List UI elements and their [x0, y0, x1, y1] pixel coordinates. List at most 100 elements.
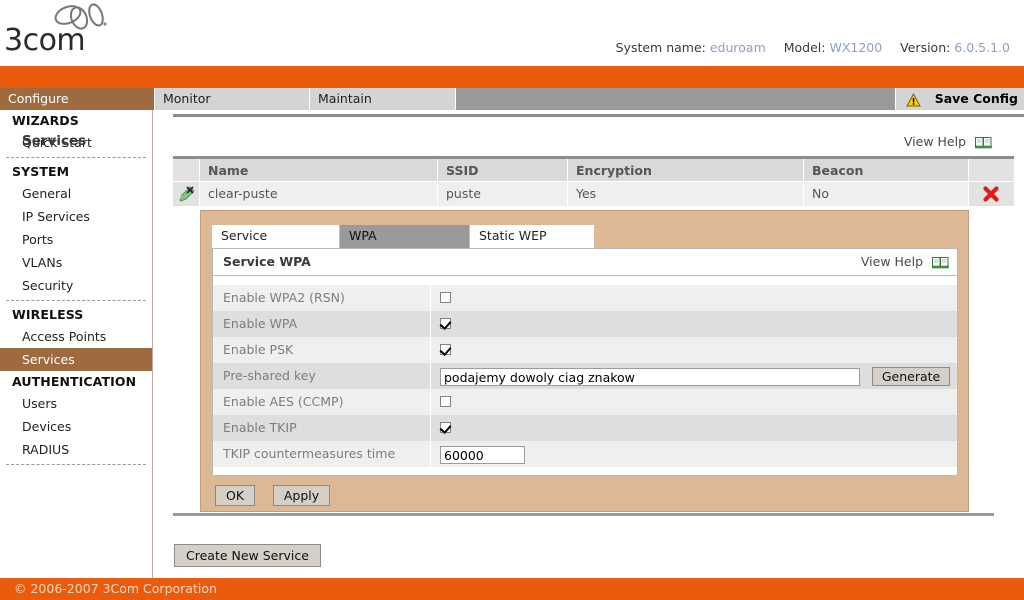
row-edit-cell[interactable] — [173, 182, 200, 206]
open-book-icon — [975, 136, 992, 152]
field-row-enable-psk: Enable PSK — [213, 337, 957, 363]
sidebar-item-devices[interactable]: Devices — [0, 415, 152, 438]
page-title: Services — [22, 133, 87, 149]
nav-tab-configure[interactable]: Configure — [0, 88, 155, 110]
open-book-icon — [932, 256, 949, 272]
detail-action-buttons: OK Apply — [215, 485, 344, 506]
system-name-value: eduroam — [709, 40, 766, 55]
detail-bottom-rule — [173, 513, 994, 516]
copyright-text: © 2006-2007 3Com Corporation — [14, 581, 217, 596]
checkbox-enable-wpa[interactable] — [440, 318, 451, 329]
sidebar-group-authentication: AUTHENTICATION — [12, 374, 137, 389]
label-enable-wpa: Enable WPA — [213, 311, 431, 337]
version-label: Version: — [900, 40, 951, 55]
checkbox-enable-tkip[interactable] — [440, 422, 451, 433]
tab-wpa-label: WPA — [349, 228, 377, 243]
sidebar-divider — [6, 464, 146, 465]
table-col-name: Name — [200, 159, 438, 181]
panel-view-help-link[interactable]: View Help — [861, 254, 949, 272]
sidebar-group-wizards: WIZARDS — [12, 113, 79, 128]
edit-pencil-icon[interactable] — [178, 185, 196, 211]
sidebar-item-ip-services[interactable]: IP Services — [0, 205, 152, 228]
table-row: clear-puste puste Yes No — [173, 182, 1014, 206]
nav-tab-monitor[interactable]: Monitor — [155, 88, 310, 110]
sidebar-divider — [6, 300, 146, 301]
delete-x-icon[interactable] — [982, 185, 1000, 211]
model-label: Model: — [783, 40, 826, 55]
table-col-encryption: Encryption — [568, 159, 804, 181]
table-header-row: Name SSID Encryption Beacon — [173, 159, 1014, 182]
brand-band — [0, 66, 1024, 88]
apply-button[interactable]: Apply — [272, 485, 331, 506]
table-col-icon — [173, 159, 200, 181]
field-row-enable-wpa: Enable WPA — [213, 311, 957, 337]
detail-tabs: Service WPA Static WEP — [212, 225, 958, 248]
tab-wpa[interactable]: WPA — [340, 225, 470, 248]
label-preshared-key: Pre-shared key — [213, 363, 431, 389]
panel-header: Service WPA View Help — [213, 249, 957, 276]
value-enable-tkip — [431, 415, 957, 441]
page-header: 3com System name: eduroam Model: WX1200 … — [0, 0, 1024, 66]
label-tkip-countermeasures-time: TKIP countermeasures time — [213, 441, 431, 467]
field-row-enable-tkip: Enable TKIP — [213, 415, 957, 441]
value-enable-wpa — [431, 311, 957, 337]
brand-logo[interactable]: 3com — [4, 2, 124, 58]
services-table: Name SSID Encryption Beacon clear-puste … — [173, 156, 1014, 206]
nav-tab-maintain[interactable]: Maintain — [310, 88, 456, 110]
nav-spacer — [456, 88, 896, 110]
row-delete-cell[interactable] — [969, 182, 1014, 206]
brand-logo-text: 3com — [4, 23, 86, 58]
nav-tab-configure-label: Configure — [8, 91, 69, 106]
sidebar-item-radius[interactable]: RADIUS — [0, 438, 152, 461]
value-preshared-key: podajemy dowoly ciag znakow Generate — [431, 363, 957, 389]
sidebar-item-access-points[interactable]: Access Points — [0, 325, 152, 348]
field-row-enable-wpa2: Enable WPA2 (RSN) — [213, 285, 957, 311]
sidebar-item-ports[interactable]: Ports — [0, 228, 152, 251]
view-help-link[interactable]: View Help — [904, 134, 992, 152]
panel-view-help-label: View Help — [860, 254, 924, 269]
page-footer: © 2006-2007 3Com Corporation — [0, 578, 1024, 600]
generate-button[interactable]: Generate — [871, 367, 951, 386]
row-name: clear-puste — [200, 182, 438, 206]
checkbox-enable-psk[interactable] — [440, 344, 451, 355]
tab-service[interactable]: Service — [212, 225, 340, 248]
sidebar-item-users[interactable]: Users — [0, 392, 152, 415]
model-value: WX1200 — [829, 40, 883, 55]
checkbox-enable-wpa2[interactable] — [440, 292, 451, 303]
nav-tab-monitor-label: Monitor — [163, 91, 211, 106]
value-tkip-countermeasures-time: 60000 — [431, 441, 957, 467]
label-enable-aes: Enable AES (CCMP) — [213, 389, 431, 415]
row-ssid: puste — [438, 182, 568, 206]
tab-static-wep-label: Static WEP — [479, 228, 547, 243]
service-detail-panel: Service WPA Static WEP Service WPA View … — [200, 210, 969, 512]
panel-title: Service WPA — [223, 254, 311, 269]
sidebar-item-security[interactable]: Security — [0, 274, 152, 297]
table-col-ssid: SSID — [438, 159, 568, 181]
checkbox-enable-aes[interactable] — [440, 396, 451, 407]
view-help-label: View Help — [903, 134, 967, 149]
field-row-enable-aes: Enable AES (CCMP) — [213, 389, 957, 415]
sidebar-item-services[interactable]: Services — [0, 348, 152, 371]
create-new-service-button[interactable]: Create New Service — [174, 544, 321, 567]
preshared-key-input[interactable]: podajemy dowoly ciag znakow — [440, 367, 860, 386]
save-config-button[interactable]: Save Config — [896, 88, 1024, 110]
wpa-form: Enable WPA2 (RSN) Enable WPA Enable PSK — [213, 276, 957, 467]
table-col-delete — [969, 159, 1014, 181]
tkip-countermeasures-time-input[interactable]: 60000 — [440, 445, 525, 464]
ok-button[interactable]: OK — [215, 485, 256, 506]
sidebar-group-system: SYSTEM — [12, 164, 70, 179]
tab-static-wep[interactable]: Static WEP — [470, 225, 595, 248]
system-info: System name: eduroam Model: WX1200 Versi… — [616, 40, 1010, 55]
sidebar-item-vlans[interactable]: VLANs — [0, 251, 152, 274]
label-enable-tkip: Enable TKIP — [213, 415, 431, 441]
version-value: 6.0.5.1.0 — [954, 40, 1010, 55]
value-enable-aes — [431, 389, 957, 415]
sidebar-item-general[interactable]: General — [0, 182, 152, 205]
content-top-rule — [173, 114, 1024, 117]
label-enable-psk: Enable PSK — [213, 337, 431, 363]
main-navigation: Configure Monitor Maintain Save Config — [0, 88, 1024, 110]
tab-service-label: Service — [221, 228, 268, 243]
app-window: 3com System name: eduroam Model: WX1200 … — [0, 0, 1024, 600]
sidebar-divider — [6, 157, 146, 158]
value-enable-psk — [431, 337, 957, 363]
